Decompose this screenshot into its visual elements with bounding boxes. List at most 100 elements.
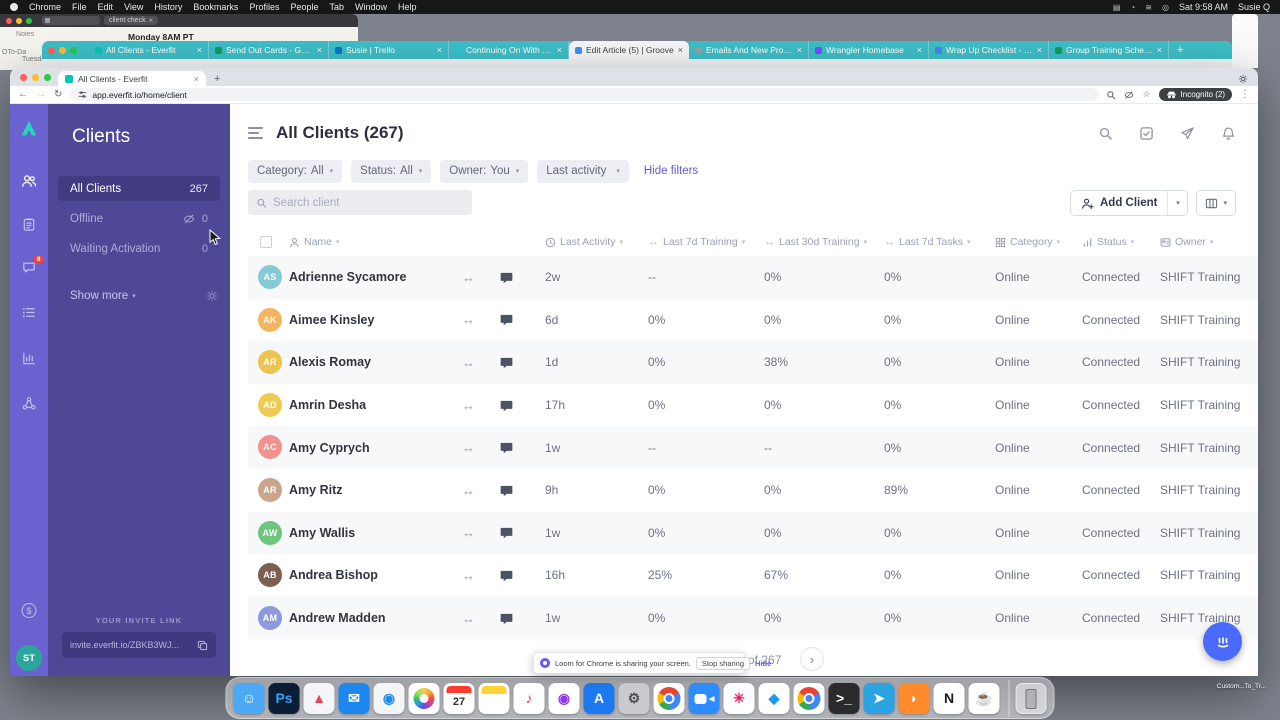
menu-item[interactable]: Help: [398, 2, 417, 12]
message-icon[interactable]: [500, 469, 513, 512]
search-input[interactable]: [273, 196, 464, 209]
menu-user[interactable]: Susie Q: [1238, 2, 1270, 12]
minimize-window-button[interactable]: [59, 46, 66, 54]
new-tab-button[interactable]: +: [1177, 44, 1183, 56]
dock-app-icon[interactable]: ▲: [303, 682, 335, 714]
tasks-icon[interactable]: [1139, 126, 1154, 141]
search-icon[interactable]: [1098, 126, 1113, 141]
tab-close-icon[interactable]: ×: [557, 45, 562, 55]
message-icon[interactable]: [500, 256, 513, 299]
nav-teams-icon[interactable]: [22, 396, 37, 411]
client-name[interactable]: Aimee Kinsley: [289, 299, 374, 342]
dock-app-icon[interactable]: [793, 682, 825, 714]
stop-sharing-button[interactable]: Stop sharing: [695, 656, 751, 670]
menu-item[interactable]: Window: [355, 2, 387, 12]
forward-button[interactable]: →: [36, 89, 46, 100]
reload-button[interactable]: ↻: [54, 89, 62, 100]
client-row[interactable]: AR Amy Ritz ↔ 9h 0% 0% 89% Online Connec…: [248, 469, 1258, 512]
assign-icon[interactable]: ↔: [462, 256, 475, 299]
close-window-button[interactable]: [6, 17, 12, 24]
browser-tab[interactable]: Continuing On With SHIFT Trai ×: [449, 41, 569, 59]
browser-tab[interactable]: Wrap Up Checklist - Google D ×: [929, 41, 1049, 59]
dock-app-icon[interactable]: ☕: [968, 682, 1000, 714]
show-more[interactable]: Show more ▾: [70, 290, 218, 302]
column-last-7d-tasks[interactable]: ↔ Last 7d Tasks ▾: [884, 228, 971, 256]
dock-app-icon[interactable]: [478, 682, 510, 714]
client-row[interactable]: AD Amrin Desha ↔ 17h 0% 0% 0% Online Con…: [248, 384, 1258, 427]
filter-pill[interactable]: Status: All ▾: [351, 159, 432, 183]
dock-app-icon[interactable]: 27: [443, 682, 475, 714]
tab-close-icon[interactable]: ×: [197, 45, 202, 55]
eye-off-icon[interactable]: [1124, 90, 1134, 100]
tab-close-icon[interactable]: ×: [194, 74, 199, 84]
menu-status-icon[interactable]: ◎: [1162, 3, 1169, 12]
tab-close-icon[interactable]: ×: [1037, 45, 1042, 55]
menu-item[interactable]: People: [290, 2, 318, 12]
dock-app-icon[interactable]: ➤: [863, 682, 895, 714]
message-icon[interactable]: [500, 426, 513, 469]
minimize-window-button[interactable]: [16, 17, 22, 24]
zoom-window-button[interactable]: [26, 17, 32, 24]
browser-tab[interactable]: Send Out Cards - Google Shee ×: [209, 41, 329, 59]
client-name[interactable]: Andrew Madden: [289, 597, 386, 640]
column-status[interactable]: Status ▾: [1082, 228, 1134, 256]
add-client-dropdown[interactable]: ▾: [1167, 191, 1187, 215]
message-icon[interactable]: [500, 384, 513, 427]
client-row[interactable]: AC Amy Cyprych ↔ 1w -- -- 0% Online Conn…: [248, 426, 1258, 469]
dock-app-icon[interactable]: A: [583, 682, 615, 714]
intercom-chat-button[interactable]: [1203, 622, 1242, 661]
dock-app-icon[interactable]: ♪: [513, 682, 545, 714]
dock-app-icon[interactable]: ◉: [373, 682, 405, 714]
dock-app-icon[interactable]: [688, 682, 720, 714]
back-button[interactable]: ←: [18, 89, 28, 100]
assign-icon[interactable]: ↔: [462, 426, 475, 469]
client-name[interactable]: Alexis Romay: [289, 341, 371, 384]
filter-pill[interactable]: Category: All ▾: [248, 159, 343, 183]
dock-app-icon[interactable]: ◗: [898, 682, 930, 714]
menu-item[interactable]: Bookmarks: [193, 2, 238, 12]
notifications-bell-icon[interactable]: [1221, 126, 1236, 141]
browser-tab[interactable]: Edit Article (5) | Groove ×: [569, 41, 689, 59]
menu-item[interactable]: View: [124, 2, 143, 12]
columns-button[interactable]: ▾: [1196, 190, 1236, 216]
nav-payments-icon[interactable]: $: [21, 603, 37, 618]
tab-close-icon[interactable]: ×: [917, 45, 922, 55]
tab-close-icon[interactable]: ×: [317, 45, 322, 55]
close-window-button[interactable]: [20, 74, 27, 81]
menu-status-icon[interactable]: ≋: [1145, 3, 1152, 12]
client-row[interactable]: AK Aimee Kinsley ↔ 6d 0% 0% 0% Online Co…: [248, 299, 1258, 342]
menu-item[interactable]: Edit: [98, 2, 114, 12]
assign-icon[interactable]: ↔: [462, 469, 475, 512]
client-row[interactable]: AM Andrew Madden ↔ 1w 0% 0% 0% Online Co…: [248, 596, 1258, 640]
message-icon[interactable]: [500, 341, 513, 384]
assign-icon[interactable]: ↔: [462, 554, 475, 597]
nav-clients-icon[interactable]: [21, 173, 37, 189]
column-name[interactable]: Name ▾: [289, 228, 340, 256]
nav-metrics-icon[interactable]: [22, 351, 37, 366]
assign-icon[interactable]: ↔: [462, 512, 475, 555]
client-name[interactable]: Andrea Bishop: [289, 554, 378, 597]
browser-tab-active[interactable]: All Clients - Everfit ×: [58, 71, 206, 86]
menu-item[interactable]: Tab: [329, 2, 344, 12]
new-tab-button[interactable]: +: [214, 73, 220, 85]
browser-tab[interactable]: Susie | Trello ×: [329, 41, 449, 59]
dock-app-icon[interactable]: ✉: [338, 682, 370, 714]
assign-icon[interactable]: ↔: [462, 384, 475, 427]
assign-icon[interactable]: ↔: [462, 341, 475, 384]
settings-gear-icon[interactable]: [206, 290, 218, 302]
zoom-search-icon[interactable]: [1106, 90, 1116, 100]
dock-app-icon[interactable]: Ps: [268, 682, 300, 714]
assign-icon[interactable]: ↔: [462, 597, 475, 640]
dock-app-icon[interactable]: ⚙: [618, 682, 650, 714]
next-page-button[interactable]: ›: [800, 647, 824, 671]
address-bar[interactable]: app.everfit.io/home/client: [70, 88, 1099, 101]
tab-close-icon[interactable]: ×: [797, 45, 802, 55]
client-row[interactable]: AW Amy Wallis ↔ 1w 0% 0% 0% Online Conne…: [248, 511, 1258, 555]
message-icon[interactable]: [500, 299, 513, 342]
menu-item[interactable]: Profiles: [249, 2, 279, 12]
column-last-activity[interactable]: Last Activity ▾: [545, 228, 623, 256]
zoom-window-button[interactable]: [44, 74, 51, 81]
apple-menu-icon[interactable]: [10, 3, 18, 11]
nav-messages-icon[interactable]: 8: [22, 255, 44, 275]
minimize-window-button[interactable]: [32, 74, 39, 81]
